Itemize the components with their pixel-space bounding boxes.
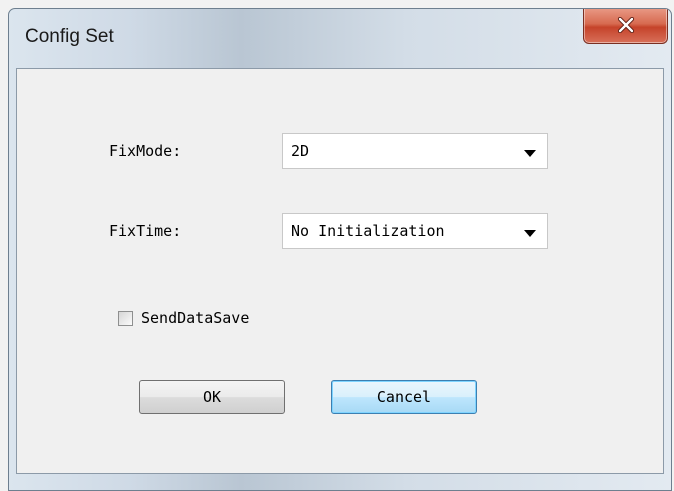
senddatasave-checkbox[interactable] [118, 311, 133, 326]
ok-button[interactable]: OK [139, 380, 285, 414]
fixtime-select[interactable]: No Initialization [282, 213, 548, 249]
title-bar[interactable]: Config Set [9, 9, 671, 63]
close-icon [617, 17, 635, 33]
chevron-down-icon [524, 230, 536, 237]
fixmode-select[interactable]: 2D [282, 133, 548, 169]
chevron-down-icon [524, 150, 536, 157]
senddatasave-label[interactable]: SendDataSave [141, 309, 249, 327]
fixtime-label: FixTime: [109, 222, 182, 240]
window-title: Config Set [25, 26, 114, 47]
cancel-button[interactable]: Cancel [331, 380, 477, 414]
dialog-body: FixMode: 2D FixTime: No Initialization S… [16, 68, 664, 474]
config-set-dialog: Config Set FixMode: 2D FixTime: No Initi… [8, 8, 672, 491]
fixmode-label: FixMode: [109, 142, 182, 160]
close-button[interactable] [583, 9, 668, 44]
fixmode-selected-value: 2D [291, 142, 310, 160]
fixtime-selected-value: No Initialization [291, 222, 445, 240]
